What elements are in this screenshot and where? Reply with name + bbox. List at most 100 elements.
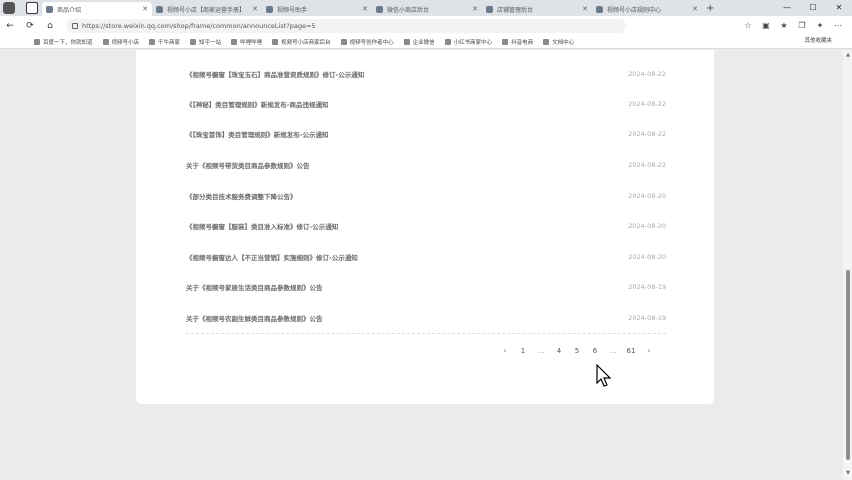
announcement-list-card: 《视频号橱窗【珠宝玉石】商品准营资质规则》修订-公示通知 2024-08-22 … [136, 50, 714, 404]
home-button[interactable]: ⌂ [40, 21, 60, 31]
minimize-button[interactable]: — [774, 0, 800, 16]
announcement-title[interactable]: 《视频号橱窗【珠宝玉石】商品准营资质规则》修订-公示通知 [186, 69, 364, 79]
pagination: ‹ 1 ... 4 5 6 ... 61 › [496, 344, 658, 358]
menu-icon[interactable]: ⋯ [832, 20, 844, 32]
tab-close-icon[interactable]: ✕ [252, 5, 258, 13]
tab-close-icon[interactable]: ✕ [692, 5, 698, 13]
lock-icon[interactable] [72, 22, 78, 29]
bookmark-item[interactable]: 小红书商家中心 [444, 38, 492, 46]
announcement-title[interactable]: 关于《视频号带货类目商品参数规则》公告 [186, 160, 310, 170]
announcement-row[interactable]: 《部分类目技术服务费调整下降公告》 2024-08-20 [186, 188, 666, 204]
tab-0[interactable]: 商品介绍 ✕ [42, 2, 152, 16]
bookmark-favicon-icon [149, 38, 156, 45]
tab-title: 商品介绍 [57, 6, 82, 14]
page-5-button-current[interactable]: 5 [568, 347, 586, 355]
window-controls: — ☐ ✕ [774, 0, 852, 16]
announcement-date: 2024-08-22 [628, 130, 666, 138]
bookmark-item[interactable]: 百度一下，你就知道 [34, 38, 93, 46]
tab-title: 视频号助手 [277, 6, 308, 14]
tab-title: 视频号小店【商家运营手册】 [167, 6, 246, 14]
star-icon[interactable]: ☆ [742, 20, 754, 32]
announcement-row[interactable]: 《【珠宝首饰】类目管理规则》新规发布-公示通知 2024-08-22 [186, 126, 666, 142]
pagination-ellipsis-left[interactable]: ... [532, 347, 550, 355]
collections-icon[interactable]: ❐ [796, 20, 808, 32]
tab-favicon-icon [486, 5, 493, 13]
tab-1[interactable]: 视频号小店【商家运营手册】 ✕ [152, 2, 262, 16]
page-61-button[interactable]: 61 [622, 347, 640, 355]
announcement-date: 2024-08-22 [628, 161, 666, 169]
scroll-up-arrow-icon[interactable]: ▲ [846, 52, 850, 58]
bookmark-item[interactable]: 知乎一站 [190, 38, 221, 46]
bookmark-favicon-icon [444, 38, 451, 45]
bookmark-item[interactable]: 抖音电商 [502, 38, 533, 46]
tab-strip: 商品介绍 ✕ 视频号小店【商家运营手册】 ✕ 视频号助手 ✕ 微信小商店后台 ✕… [0, 0, 852, 16]
announcement-date: 2024-08-22 [628, 100, 666, 108]
announcement-title[interactable]: 《视频号橱窗达人【不正当营销】实施细则》修订-公示通知 [186, 252, 358, 262]
tab-3[interactable]: 微信小商店后台 ✕ [372, 2, 482, 16]
url-text[interactable]: https://store.weixin.qq.com/shop/frame/c… [82, 22, 316, 30]
announcement-row[interactable]: 《视频号橱窗【珠宝玉石】商品准营资质规则》修订-公示通知 2024-08-22 [186, 66, 666, 82]
announcement-title[interactable]: 《【神秘】类目管理规则》新规发布-商品违规通知 [186, 99, 328, 109]
prev-page-button[interactable]: ‹ [496, 347, 514, 355]
profile-icon[interactable] [3, 2, 15, 14]
tab-favicon-icon [266, 5, 273, 13]
announcement-title[interactable]: 关于《视频号家居生活类目商品参数规则》公告 [186, 282, 323, 292]
announcement-row[interactable]: 关于《视频号家居生活类目商品参数规则》公告 2024-08-19 [186, 279, 666, 295]
other-bookmarks-folder[interactable]: 其他收藏夹 [804, 36, 832, 44]
tab-close-icon[interactable]: ✕ [582, 5, 588, 13]
announcement-row[interactable]: 关于《视频号带货类目商品参数规则》公告 2024-08-22 [186, 157, 666, 173]
tab-favicon-icon [376, 5, 383, 13]
mouse-cursor-icon [596, 364, 612, 387]
announcement-row[interactable]: 《视频号橱窗达人【不正当营销】实施细则》修订-公示通知 2024-08-20 [186, 249, 666, 265]
tab-2[interactable]: 视频号助手 ✕ [262, 2, 372, 16]
announcement-title[interactable]: 《【珠宝首饰】类目管理规则》新规发布-公示通知 [186, 129, 328, 139]
close-window-button[interactable]: ✕ [826, 0, 852, 16]
announcement-row[interactable]: 《视频号橱窗【服装】类目准入标准》修订-公示通知 2024-08-20 [186, 218, 666, 234]
next-page-button[interactable]: › [640, 347, 658, 355]
tab-title: 微信小商店后台 [387, 6, 430, 14]
maximize-button[interactable]: ☐ [800, 0, 826, 16]
bookmark-favicon-icon [502, 38, 509, 45]
bookmark-item[interactable]: 视频号小店 [102, 38, 139, 46]
pagination-ellipsis-right[interactable]: ... [604, 347, 622, 355]
page-6-button[interactable]: 6 [586, 347, 604, 355]
tab-4[interactable]: 店铺管理后台 ✕ [482, 2, 592, 16]
page-4-button[interactable]: 4 [550, 347, 568, 355]
announcement-row[interactable]: 《【神秘】类目管理规则》新规发布-商品违规通知 2024-08-22 [186, 96, 666, 112]
bookmark-item[interactable]: 哔哩哔哩 [231, 38, 262, 46]
bookmark-item[interactable]: 视频号小店商家后台 [272, 38, 331, 46]
tab-favicon-icon [596, 5, 603, 13]
reload-button[interactable]: ⟳ [20, 21, 40, 31]
announcement-date: 2024-08-20 [628, 222, 666, 230]
announcement-row[interactable]: 关于《视频号农副生鲜类目商品参数规则》公告 2024-08-19 [186, 310, 666, 326]
tab-title: 视频号小店规则中心 [607, 6, 662, 14]
bookmark-item[interactable]: 企业微信 [403, 38, 435, 46]
page-1-button[interactable]: 1 [514, 347, 532, 355]
new-tab-button[interactable]: + [706, 3, 714, 14]
tab-close-icon[interactable]: ✕ [362, 5, 368, 13]
tab-close-icon[interactable]: ✕ [472, 5, 478, 13]
workspaces-icon[interactable] [26, 2, 38, 14]
announcement-date: 2024-08-22 [628, 70, 666, 78]
announcement-date: 2024-08-20 [628, 192, 666, 200]
back-button[interactable]: ← [0, 21, 20, 31]
bookmark-item[interactable]: 视频号创作者中心 [340, 38, 394, 46]
address-bar[interactable]: https://store.weixin.qq.com/shop/frame/c… [66, 18, 626, 33]
extensions-icon[interactable]: ✦ [814, 20, 826, 32]
tab-close-icon[interactable]: ✕ [142, 5, 148, 13]
favorites-icon[interactable]: ★ [778, 20, 790, 32]
tab-5[interactable]: 视频号小店规则中心 ✕ [592, 2, 702, 16]
bookmark-item[interactable]: 文档中心 [543, 38, 574, 46]
announcement-title[interactable]: 《视频号橱窗【服装】类目准入标准》修订-公示通知 [186, 221, 338, 231]
bookmark-favicon-icon [272, 38, 279, 45]
bookmark-favicon-icon [403, 38, 410, 45]
bookmark-item[interactable]: 千牛商家 [149, 38, 180, 46]
page-viewport: 《视频号橱窗【珠宝玉石】商品准营资质规则》修订-公示通知 2024-08-22 … [0, 50, 852, 480]
announcement-title[interactable]: 《部分类目技术服务费调整下降公告》 [186, 191, 297, 201]
split-screen-icon[interactable]: ▣ [760, 20, 772, 32]
scroll-down-arrow-icon[interactable]: ▼ [846, 470, 850, 476]
bookmark-favicon-icon [340, 38, 347, 45]
announcement-title[interactable]: 关于《视频号农副生鲜类目商品参数规则》公告 [186, 313, 323, 323]
announcement-date: 2024-08-19 [628, 283, 666, 291]
scrollbar-thumb[interactable] [846, 270, 850, 460]
